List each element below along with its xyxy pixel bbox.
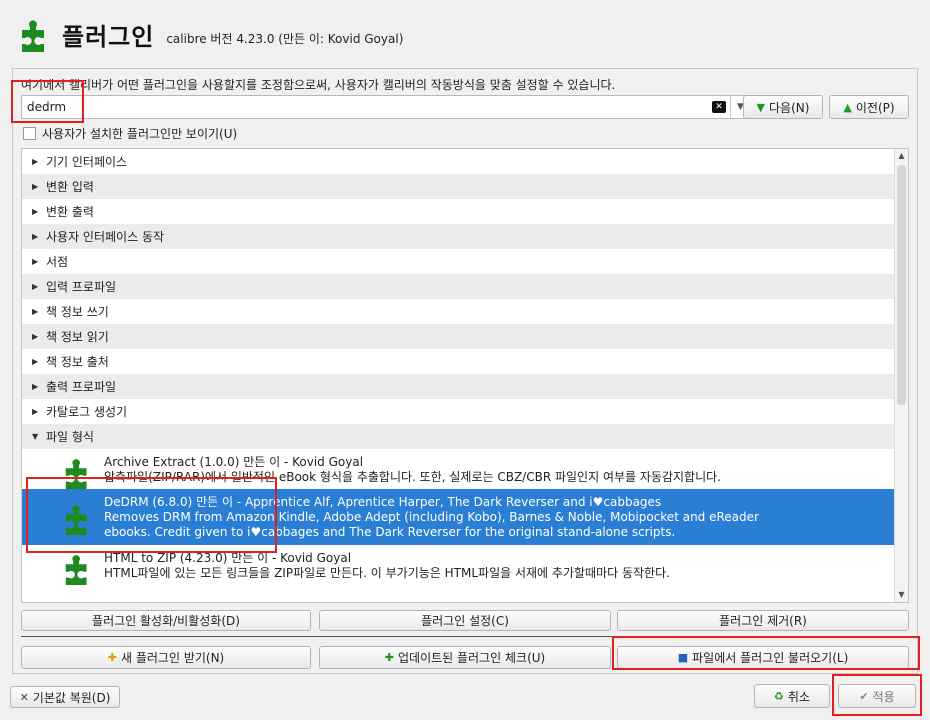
prev-button[interactable]: ▲ 이전(P) bbox=[829, 95, 909, 119]
checkbox-box[interactable] bbox=[23, 127, 36, 140]
tree-category[interactable]: ▶ 기기 인터페이스 bbox=[22, 149, 908, 174]
tree-category[interactable]: ▶ 책 정보 쓰기 bbox=[22, 299, 908, 324]
plugin-desc: HTML파일에 있는 모든 링크들을 ZIP파일로 만든다. 이 부가기능은 H… bbox=[104, 566, 670, 580]
scroll-down-icon[interactable]: ▼ bbox=[895, 588, 908, 602]
next-button[interactable]: ▼ 다음(N) bbox=[743, 95, 823, 119]
highlight-apply-box bbox=[832, 674, 922, 716]
plugin-add-icon: ✚ bbox=[107, 651, 117, 664]
version-label: calibre 버전 4.23.0 (만든 이: Kovid Goyal) bbox=[166, 31, 404, 46]
vertical-scrollbar[interactable]: ▲ ▼ bbox=[894, 149, 908, 602]
expand-icon[interactable]: ▶ bbox=[32, 207, 46, 216]
plugin-icon bbox=[65, 555, 87, 585]
plugin-title: HTML to ZIP (4.23.0) 만든 이 - Kovid Goyal bbox=[104, 551, 352, 565]
restore-defaults-button[interactable]: ✕ 기본값 복원(D) bbox=[10, 686, 120, 708]
arrow-down-icon: ▼ bbox=[756, 100, 766, 114]
expand-icon[interactable]: ▶ bbox=[32, 157, 46, 166]
clear-icon: ✕ bbox=[19, 690, 29, 704]
description-text: 여기에서 캘리버가 어떤 플러그인을 사용할지를 조정함으로써, 사용자가 캘리… bbox=[21, 78, 616, 92]
expand-icon[interactable]: ▶ bbox=[32, 257, 46, 266]
expand-icon[interactable]: ▶ bbox=[32, 357, 46, 366]
installed-only-checkbox[interactable]: 사용자가 설치한 플러그인만 보이기(U) bbox=[23, 125, 237, 142]
page-title: 플러그인 bbox=[62, 22, 155, 51]
tree-category[interactable]: ▶ 책 정보 읽기 bbox=[22, 324, 908, 349]
tree-category[interactable]: ▶ 서점 bbox=[22, 249, 908, 274]
plugin-puzzle-icon bbox=[22, 20, 44, 52]
scroll-up-icon[interactable]: ▲ bbox=[895, 149, 908, 163]
toggle-plugin-button[interactable]: 플러그인 활성화/비활성화(D) bbox=[21, 610, 311, 631]
tree-category[interactable]: ▶ 카탈로그 생성기 bbox=[22, 399, 908, 424]
tree-category-expanded[interactable]: ▼ 파일 형식 bbox=[22, 424, 908, 449]
tree-category[interactable]: ▶ 출력 프로파일 bbox=[22, 374, 908, 399]
arrow-up-icon: ▲ bbox=[843, 100, 852, 114]
expand-icon[interactable]: ▶ bbox=[32, 182, 46, 191]
tree-category[interactable]: ▶ 사용자 인터페이스 동작 bbox=[22, 224, 908, 249]
checkbox-label: 사용자가 설치한 플러그인만 보이기(U) bbox=[42, 127, 238, 141]
plugin-update-icon: ✚ bbox=[384, 651, 394, 664]
dialog-header: 플러그인 calibre 버전 4.23.0 (만든 이: Kovid Goya… bbox=[18, 14, 403, 54]
recycle-icon: ♻ bbox=[774, 689, 784, 703]
expand-icon[interactable]: ▶ bbox=[32, 307, 46, 316]
expand-icon[interactable]: ▶ bbox=[32, 282, 46, 291]
scroll-thumb[interactable] bbox=[897, 165, 906, 405]
expand-icon[interactable]: ▶ bbox=[32, 382, 46, 391]
plugin-title: Archive Extract (1.0.0) 만든 이 - Kovid Goy… bbox=[104, 455, 364, 469]
highlight-dedrm-box bbox=[26, 477, 277, 553]
get-new-plugins-button[interactable]: ✚ 새 플러그인 받기(N) bbox=[21, 646, 311, 669]
plugins-panel: 여기에서 캘리버가 어떤 플러그인을 사용할지를 조정함으로써, 사용자가 캘리… bbox=[12, 68, 918, 674]
check-updates-button[interactable]: ✚ 업데이트된 플러그인 체크(U) bbox=[319, 646, 611, 669]
customize-plugin-button[interactable]: 플러그인 설정(C) bbox=[319, 610, 611, 631]
expand-icon[interactable]: ▶ bbox=[32, 232, 46, 241]
remove-plugin-button[interactable]: 플러그인 제거(R) bbox=[617, 610, 909, 631]
tree-category[interactable]: ▶ 책 정보 출처 bbox=[22, 349, 908, 374]
expand-icon[interactable]: ▶ bbox=[32, 332, 46, 341]
tree-category[interactable]: ▶ 변환 입력 bbox=[22, 174, 908, 199]
highlight-search-box bbox=[11, 80, 84, 123]
collapse-icon[interactable]: ▼ bbox=[32, 432, 46, 441]
tree-category[interactable]: ▶ 입력 프로파일 bbox=[22, 274, 908, 299]
cancel-button[interactable]: ♻ 취소 bbox=[754, 684, 830, 708]
highlight-load-file-box bbox=[612, 636, 920, 670]
expand-icon[interactable]: ▶ bbox=[32, 407, 46, 416]
search-input[interactable]: dedrm ✕ ▼ bbox=[21, 95, 751, 119]
tree-category[interactable]: ▶ 변환 출력 bbox=[22, 199, 908, 224]
clear-icon[interactable]: ✕ bbox=[712, 101, 726, 113]
